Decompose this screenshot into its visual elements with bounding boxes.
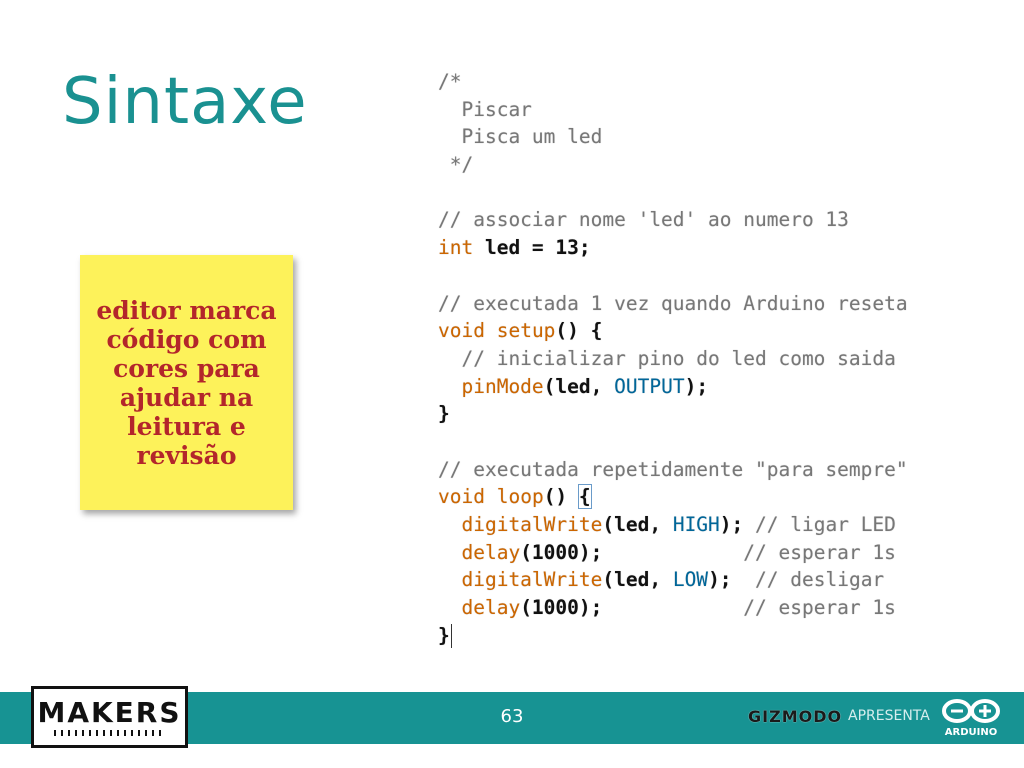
code-line: // inicializar pino do led como saida (438, 345, 908, 373)
code-line: digitalWrite(led, LOW); // desligar (438, 566, 908, 594)
code-token: void (438, 319, 485, 343)
code-token: pinMode (461, 374, 544, 398)
code-line: delay(1000); // esperar 1s (438, 594, 908, 622)
code-line: delay(1000); // esperar 1s (438, 539, 908, 567)
code-token: () { (555, 319, 603, 343)
code-token: led = 13; (473, 236, 591, 260)
page-number: 63 (500, 706, 524, 727)
code-line: // executada repetidamente "para sempre" (438, 456, 908, 484)
code-token: */ (438, 153, 474, 177)
code-token: // esperar 1s (743, 596, 896, 620)
code-line: Pisca um led (438, 123, 908, 151)
code-line: void loop() { (438, 483, 908, 511)
code-line: } (438, 400, 908, 428)
makers-logo: MAKERS (31, 686, 188, 748)
code-line: // associar nome 'led' ao numero 13 (438, 206, 908, 234)
code-token: // esperar 1s (743, 540, 896, 564)
code-token: // inicializar pino do led como saida (438, 346, 896, 370)
code-line: } (438, 622, 908, 650)
makers-logo-text: MAKERS (37, 696, 182, 729)
code-token: { (577, 484, 592, 510)
code-token: void (438, 485, 485, 509)
code-token: () (543, 485, 579, 509)
code-token: digitalWrite (461, 513, 603, 536)
code-token: OUTPUT (614, 374, 685, 398)
code-token: int (438, 236, 474, 260)
code-token: } (438, 402, 450, 426)
code-token: delay (461, 596, 521, 620)
code-line: digitalWrite(led, HIGH); // ligar LED (438, 511, 908, 539)
code-token: } (438, 623, 450, 647)
apresenta-label: APRESENTA (848, 708, 930, 724)
code-token: (1000); (520, 540, 744, 564)
sticky-note: editor marca código com cores para ajuda… (80, 255, 293, 510)
code-token: ); (684, 374, 709, 398)
code-token: Piscar (438, 97, 532, 121)
text-cursor (450, 624, 453, 649)
gizmodo-logo: GIZMODO (748, 707, 843, 726)
code-token: (led, (602, 568, 673, 592)
code-line: // executada 1 vez quando Arduino reseta (438, 290, 908, 318)
code-token: Pisca um led (438, 125, 603, 149)
code-line: Piscar (438, 96, 908, 124)
code-token: (1000); (520, 596, 744, 620)
code-token: LOW (672, 568, 709, 592)
slide-title: Sintaxe (62, 65, 308, 139)
code-token: HIGH (672, 513, 720, 536)
code-token: // associar nome 'led' ao numero 13 (438, 208, 849, 232)
code-token: (led, (602, 513, 673, 536)
code-token: digitalWrite (461, 568, 603, 592)
code-line: int led = 13; (438, 234, 908, 262)
code-token: ); (719, 513, 756, 536)
code-token: // executada 1 vez quando Arduino reseta (438, 291, 908, 315)
code-token: // executada repetidamente "para sempre" (438, 457, 908, 481)
code-token: delay (461, 540, 521, 564)
code-token: // desligar (755, 568, 885, 592)
code-token: ); (708, 568, 756, 592)
code-line: void setup() { (438, 317, 908, 345)
code-line: pinMode(led, OUTPUT); (438, 373, 908, 401)
code-token: setup (496, 319, 556, 343)
code-line: /* (438, 68, 908, 96)
code-line: */ (438, 151, 908, 179)
arduino-wordmark: ARDUINO (944, 727, 998, 738)
sticky-note-text: editor marca código com cores para ajuda… (96, 295, 277, 470)
code-token: // ligar LED (755, 513, 896, 536)
makers-logo-ticks (53, 730, 166, 736)
code-token: loop (496, 485, 544, 509)
code-block: /* Piscar Pisca um led */ // associar no… (438, 68, 908, 649)
code-token: /* (438, 70, 462, 93)
code-token: (led, (543, 374, 615, 398)
